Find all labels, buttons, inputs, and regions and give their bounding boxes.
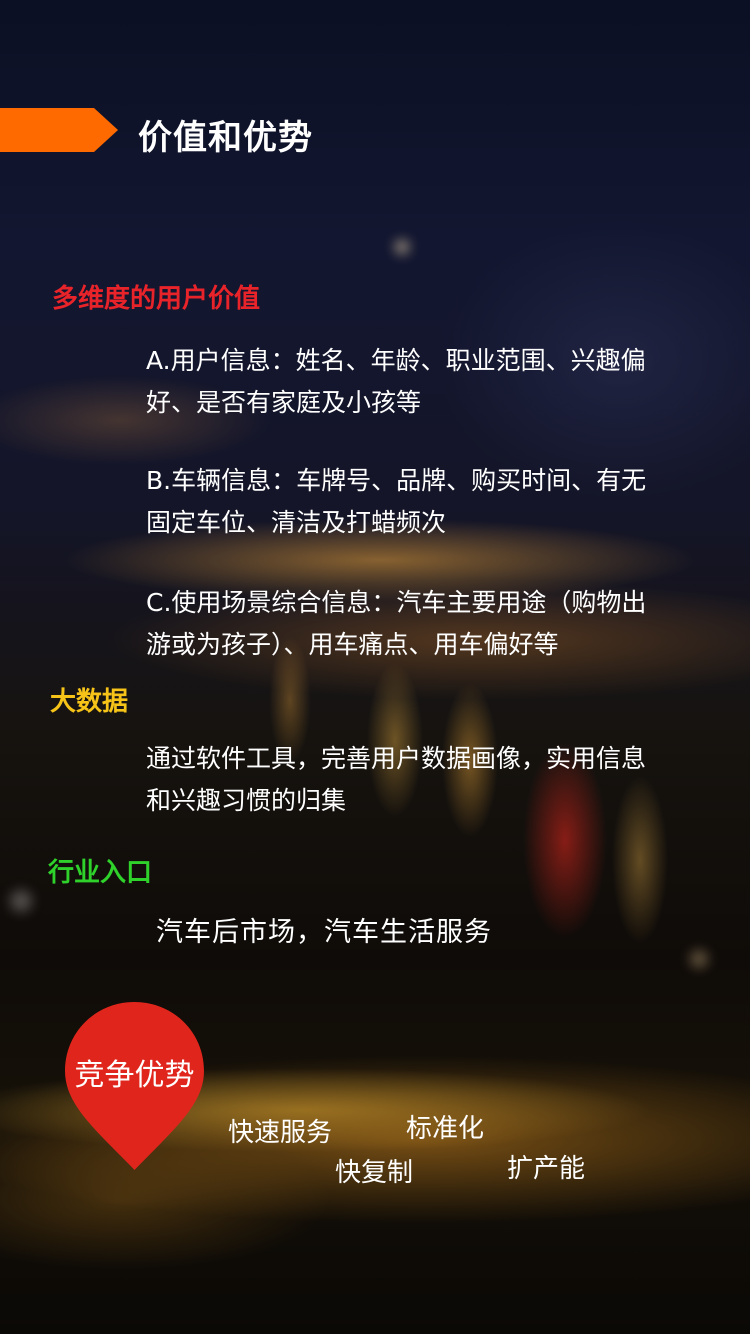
bokeh-light bbox=[10, 890, 32, 912]
advantage-item: 快复制 bbox=[335, 1158, 414, 1188]
section-title-user-value: 多维度的用户价值 bbox=[52, 284, 261, 314]
big-data-paragraph: 通过软件工具，完善用户数据画像，实用信息和兴趣习惯的归集 bbox=[146, 744, 647, 815]
advantage-item: 快速服务 bbox=[228, 1118, 333, 1148]
section-title-industry-entry: 行业入口 bbox=[48, 858, 153, 888]
user-info-paragraph: A.用户信息：姓名、年龄、职业范围、兴趣偏好、是否有家庭及小孩等 bbox=[146, 346, 646, 417]
competitive-advantage-label: 竞争优势 bbox=[74, 1058, 195, 1093]
industry-entry-paragraph: 汽车后市场，汽车生活服务 bbox=[156, 917, 492, 948]
bokeh-light bbox=[395, 240, 409, 254]
advantage-item: 扩产能 bbox=[507, 1154, 586, 1184]
page-title: 价值和优势 bbox=[138, 118, 313, 158]
advantage-item: 标准化 bbox=[406, 1114, 485, 1144]
header-arrow-marker bbox=[0, 108, 118, 152]
usage-scenario-paragraph: C.使用场景综合信息：汽车主要用途（购物出游或为孩子）、用车痛点、用车偏好等 bbox=[146, 588, 647, 659]
vehicle-info-paragraph: B.车辆信息：车牌号、品牌、购买时间、有无固定车位、清洁及打蜡频次 bbox=[146, 466, 647, 537]
section-title-big-data: 大数据 bbox=[50, 687, 129, 717]
bokeh-light bbox=[690, 950, 708, 968]
